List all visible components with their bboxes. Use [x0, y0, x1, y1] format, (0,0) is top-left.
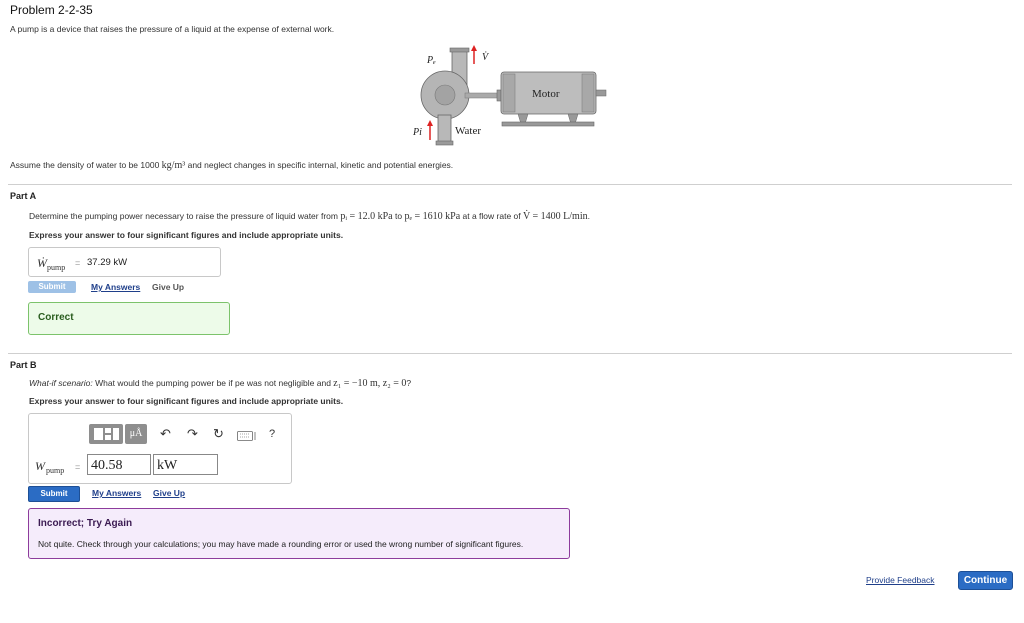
flow-arrow: [471, 45, 477, 64]
templates-button[interactable]: [89, 424, 123, 444]
help-icon[interactable]: ?: [269, 426, 275, 442]
part-b-submit-button[interactable]: Submit: [28, 486, 80, 502]
part-b-instruction: Express your answer to four significant …: [29, 396, 344, 406]
undo-icon[interactable]: ↶: [160, 426, 171, 442]
label-water: Water: [455, 125, 481, 137]
unit-field[interactable]: kW: [153, 454, 218, 475]
part-a-question: Determine the pumping power necessary to…: [29, 211, 590, 222]
feedback-title: Incorrect; Try Again: [38, 518, 133, 529]
continue-button[interactable]: Continue: [958, 571, 1013, 590]
assumption-text: Assume the density of water to be 1000 k…: [10, 160, 454, 171]
label-vdot: V̇: [482, 51, 490, 63]
units-button[interactable]: μÅ: [125, 424, 147, 444]
inlet-pipe: [435, 114, 454, 146]
inlet-arrow: [427, 120, 433, 140]
part-b-answer-editor: μÅ ↶ ↷ ↻ ? W pump = 40.58 kW: [28, 413, 292, 484]
answer-subscript: pump: [47, 263, 66, 272]
answer-variable: Ẇ: [37, 256, 47, 270]
part-b-label: Part B: [10, 360, 37, 370]
pump-casing: [420, 70, 502, 120]
feedback-title: Correct: [38, 312, 74, 323]
part-b-question: What-if scenario: What would the pumping…: [29, 378, 412, 389]
part-b-give-up-link[interactable]: Give Up: [153, 488, 185, 498]
part-a-instruction: Express your answer to four significant …: [29, 230, 344, 240]
part-b-my-answers-link[interactable]: My Answers: [92, 488, 141, 498]
templates-icon: [94, 428, 119, 440]
density-unit: kg/m³: [161, 160, 186, 171]
part-a-submit-button[interactable]: Submit: [28, 281, 76, 293]
part-a-feedback-correct: Correct: [28, 302, 230, 335]
redo-icon[interactable]: ↷: [187, 426, 198, 442]
provide-feedback-link[interactable]: Provide Feedback: [866, 575, 935, 585]
answer-subscript: pump: [46, 466, 65, 475]
part-a-answer-value: 37.29 kW: [87, 257, 128, 268]
divider-part-b: [8, 353, 1012, 354]
part-a-give-up: Give Up: [152, 282, 185, 292]
reset-icon[interactable]: ↻: [213, 426, 224, 442]
feedback-body: Not quite. Check through your calculatio…: [38, 539, 524, 549]
label-motor: Motor: [532, 88, 560, 100]
problem-intro: A pump is a device that raises the press…: [10, 24, 335, 34]
label-pe: Pₑ: [426, 55, 436, 66]
part-b-feedback-incorrect: Incorrect; Try Again Not quite. Check th…: [28, 508, 570, 559]
part-a-label: Part A: [10, 191, 37, 201]
keyboard-icon[interactable]: [237, 429, 257, 445]
value-field[interactable]: 40.58: [87, 454, 151, 475]
label-pi: Pi: [412, 127, 422, 138]
answer-equals: =: [75, 258, 81, 268]
part-a-my-answers-link[interactable]: My Answers: [91, 282, 140, 292]
problem-title: Problem 2-2-35: [10, 3, 93, 17]
divider-part-a: [8, 184, 1012, 185]
part-a-answer-box: Ẇ pump = 37.29 kW: [28, 247, 221, 277]
pump-diagram: Pₑ V̇ Motor Pi Water: [412, 45, 607, 146]
answer-equals: =: [75, 462, 81, 472]
answer-variable: W: [35, 459, 45, 473]
